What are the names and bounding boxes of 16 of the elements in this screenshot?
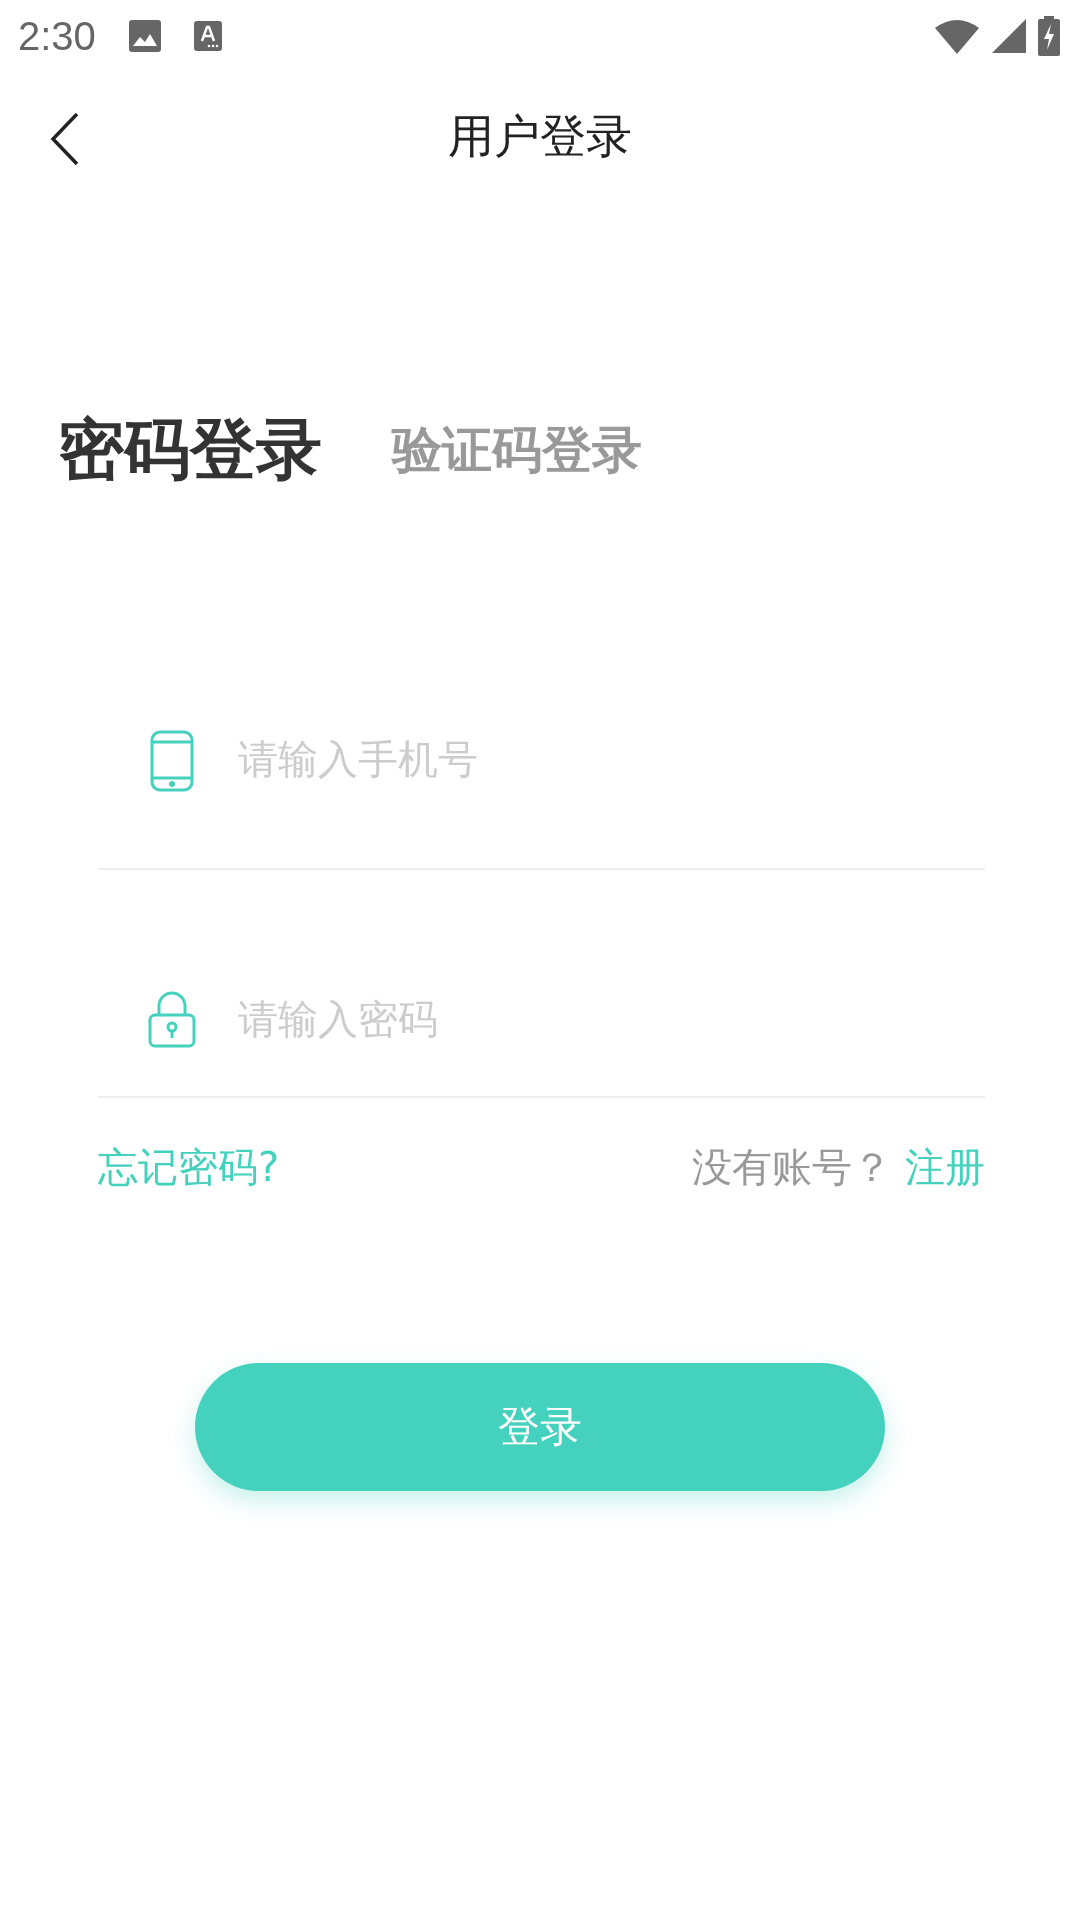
page-title: 用户登录: [448, 108, 632, 165]
back-icon[interactable]: [50, 112, 80, 166]
battery-charging-icon: [1038, 16, 1060, 56]
register-link[interactable]: 注册: [905, 1144, 985, 1190]
login-button[interactable]: 登录: [195, 1363, 885, 1491]
status-time: 2:30: [18, 13, 96, 59]
lock-icon: [148, 990, 196, 1048]
login-tab[interactable]: 验证码登录: [392, 416, 642, 484]
wifi-icon: [934, 18, 980, 54]
image-icon: [127, 19, 162, 53]
keyboard-notification-icon: [193, 21, 222, 51]
signal-icon: [992, 19, 1026, 53]
forgot-password-link[interactable]: 忘记密码?: [98, 1140, 280, 1195]
login-tab[interactable]: 密码登录: [58, 405, 322, 495]
phone-icon: [148, 730, 196, 792]
no-account-text: 没有账号？: [692, 1144, 893, 1190]
